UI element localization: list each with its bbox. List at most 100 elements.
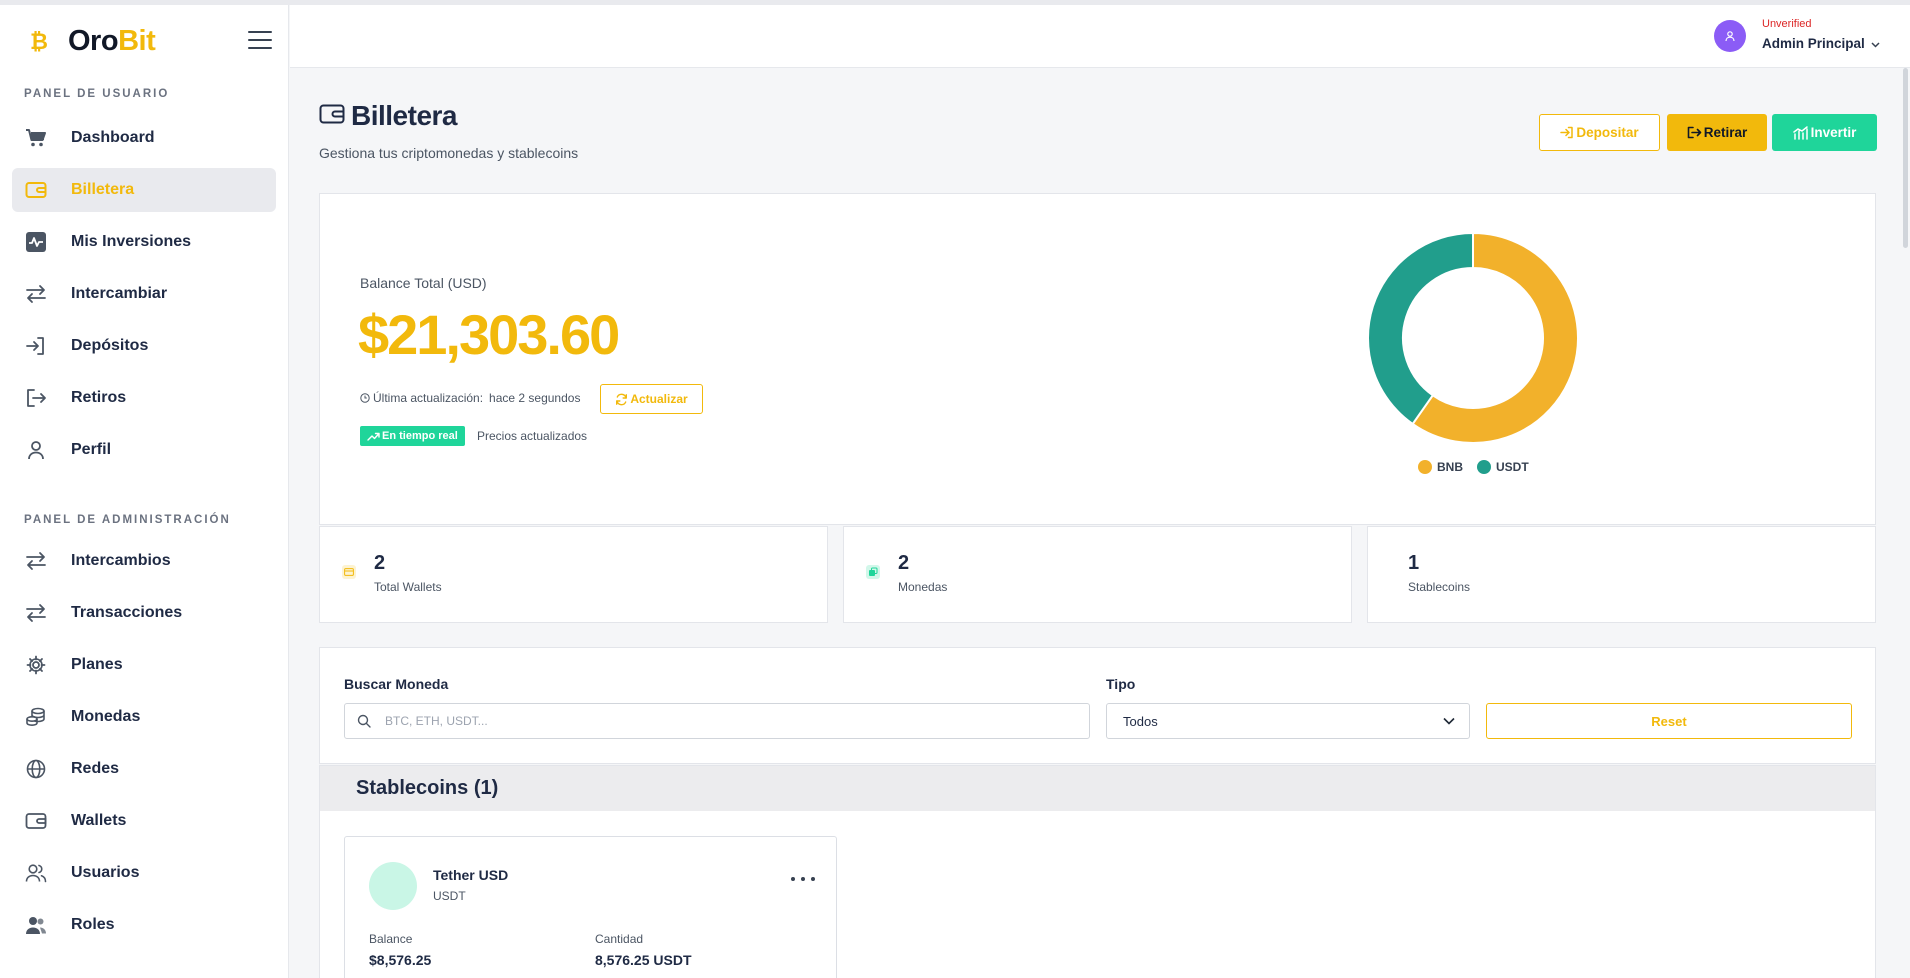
coin-balance-value: $8,576.25 (369, 952, 432, 968)
search-input[interactable] (385, 714, 1065, 728)
sidebar-item-transacciones[interactable]: Transacciones (12, 591, 276, 635)
coin-card-usdt[interactable]: Tether USD USDT Balance $8,576.25 Cantid… (344, 836, 837, 978)
user-icon (1725, 31, 1735, 42)
sidebar-item-mis-inversiones[interactable]: Mis Inversiones (12, 220, 276, 264)
roles-icon (24, 913, 48, 937)
chevron-down-icon (1871, 36, 1880, 51)
wallet-icon (319, 103, 345, 130)
arrows-icon (24, 282, 48, 306)
donut-slice-usdt[interactable] (1367, 232, 1474, 426)
coins-icon (24, 705, 48, 729)
wallet-icon (342, 565, 356, 579)
legend-entry-usdt[interactable]: USDT (1477, 460, 1529, 474)
stat-total-wallets: 2 Total Wallets (319, 526, 828, 623)
balance-card: Balance Total (USD) $21,303.60 Última ac… (319, 193, 1876, 525)
brand-name: OroBit (68, 24, 156, 57)
sidebar-item-intercambiar[interactable]: Intercambiar (12, 272, 276, 316)
admin-panel-heading: PANEL DE ADMINISTRACIÓN (24, 514, 231, 526)
realtime-text: Precios actualizados (477, 429, 588, 443)
coin-symbol: USDT (433, 889, 466, 903)
sidebar-item-retiros[interactable]: Retiros (12, 376, 276, 420)
page-subtitle: Gestiona tus criptomonedas y stablecoins (319, 145, 579, 161)
search-icon (357, 714, 371, 728)
page-title: Billetera (319, 100, 458, 132)
cart-icon (24, 126, 48, 150)
sidebar-item-wallets[interactable]: Wallets (12, 799, 276, 843)
type-label: Tipo (1106, 676, 1136, 692)
user-icon (24, 438, 48, 462)
sidebar-item-usuarios[interactable]: Usuarios (12, 851, 276, 895)
clock-icon (360, 393, 370, 403)
reset-button[interactable]: Reset (1486, 703, 1852, 739)
wallet-icon (24, 809, 48, 833)
svg-text:₿: ₿ (30, 30, 48, 54)
chart-legend: BNB USDT (1418, 460, 1543, 474)
filter-card: Buscar Moneda Tipo Todos Reset (319, 647, 1876, 764)
withdraw-button[interactable]: Retirar (1667, 114, 1767, 151)
last-updated: Última actualización: hace 2 segundos (360, 391, 580, 405)
refresh-icon (615, 393, 628, 406)
realtime-badge: En tiempo real (360, 426, 465, 446)
user-menu[interactable]: Admin Principal (1762, 36, 1880, 51)
wallet-icon (24, 178, 48, 202)
balance-label: Balance Total (USD) (360, 275, 487, 291)
sidebar-item-planes[interactable]: Planes (12, 643, 276, 687)
logout-icon (24, 386, 48, 410)
stablecoins-group: Stablecoins (1) Tether USD USDT Balance … (319, 765, 1876, 978)
group-header: Stablecoins (1) (320, 766, 1875, 811)
sidebar-item-billetera[interactable]: Billetera (12, 168, 276, 212)
balance-amount: $21,303.60 (358, 303, 620, 366)
logout-icon (1687, 126, 1702, 139)
chevron-down-icon (1443, 717, 1455, 725)
more-options-icon[interactable] (791, 873, 815, 885)
gear-icon (24, 653, 48, 677)
legend-swatch (1477, 460, 1491, 474)
arrows-icon (24, 601, 48, 625)
login-icon (24, 334, 48, 358)
portfolio-donut-chart (1367, 232, 1579, 444)
sidebar-item-monedas[interactable]: Monedas (12, 695, 276, 739)
page-scrollbar[interactable] (1903, 68, 1908, 248)
chart-bars-icon (1792, 125, 1809, 140)
deposit-button[interactable]: Depositar (1539, 114, 1660, 151)
user-panel-heading: PANEL DE USUARIO (24, 88, 170, 100)
menu-toggle-icon[interactable] (248, 31, 272, 49)
activity-icon (24, 230, 48, 254)
bitcoin-icon: ₿ (28, 26, 50, 56)
user-name: Admin Principal (1762, 36, 1865, 51)
legend-swatch (1418, 460, 1432, 474)
stat-monedas: 2 Monedas (843, 526, 1352, 623)
coin-amount-value: 8,576.25 USDT (595, 952, 692, 968)
users-icon (24, 861, 48, 885)
verification-status: Unverified (1762, 18, 1812, 30)
invest-button[interactable]: Invertir (1772, 114, 1877, 151)
coin-logo (369, 862, 417, 910)
arrows-icon (24, 549, 48, 573)
brand-logo[interactable]: ₿ OroBit (28, 21, 156, 61)
search-label: Buscar Moneda (344, 676, 449, 692)
trending-up-icon (367, 432, 380, 441)
sidebar-item-perfil[interactable]: Perfil (12, 428, 276, 472)
avatar[interactable] (1714, 20, 1746, 52)
group-title: Stablecoins (1) (356, 777, 499, 799)
sidebar-item-depositos[interactable]: Depósitos (12, 324, 276, 368)
sidebar-item-redes[interactable]: Redes (12, 747, 276, 791)
coin-amount-label: Cantidad (595, 932, 644, 946)
globe-icon (24, 757, 48, 781)
type-select[interactable]: Todos (1106, 703, 1470, 739)
login-icon (1560, 126, 1574, 139)
refresh-button[interactable]: Actualizar (600, 384, 703, 414)
legend-label: BNB (1437, 460, 1463, 474)
sidebar-item-roles[interactable]: Roles (12, 903, 276, 947)
stat-stablecoins: 1 Stablecoins (1367, 526, 1876, 623)
search-field[interactable] (344, 703, 1090, 739)
sidebar-item-dashboard[interactable]: Dashboard (12, 116, 276, 160)
sidebar-item-intercambios[interactable]: Intercambios (12, 539, 276, 583)
coin-balance-label: Balance (369, 932, 413, 946)
legend-label: USDT (1496, 460, 1529, 474)
top-header: Unverified Admin Principal (290, 5, 1910, 68)
sidebar: ₿ OroBit PANEL DE USUARIO Dashboard Bill… (0, 5, 289, 978)
coin-name: Tether USD (433, 867, 509, 883)
coins-icon (866, 565, 880, 579)
legend-entry-bnb[interactable]: BNB (1418, 460, 1463, 474)
